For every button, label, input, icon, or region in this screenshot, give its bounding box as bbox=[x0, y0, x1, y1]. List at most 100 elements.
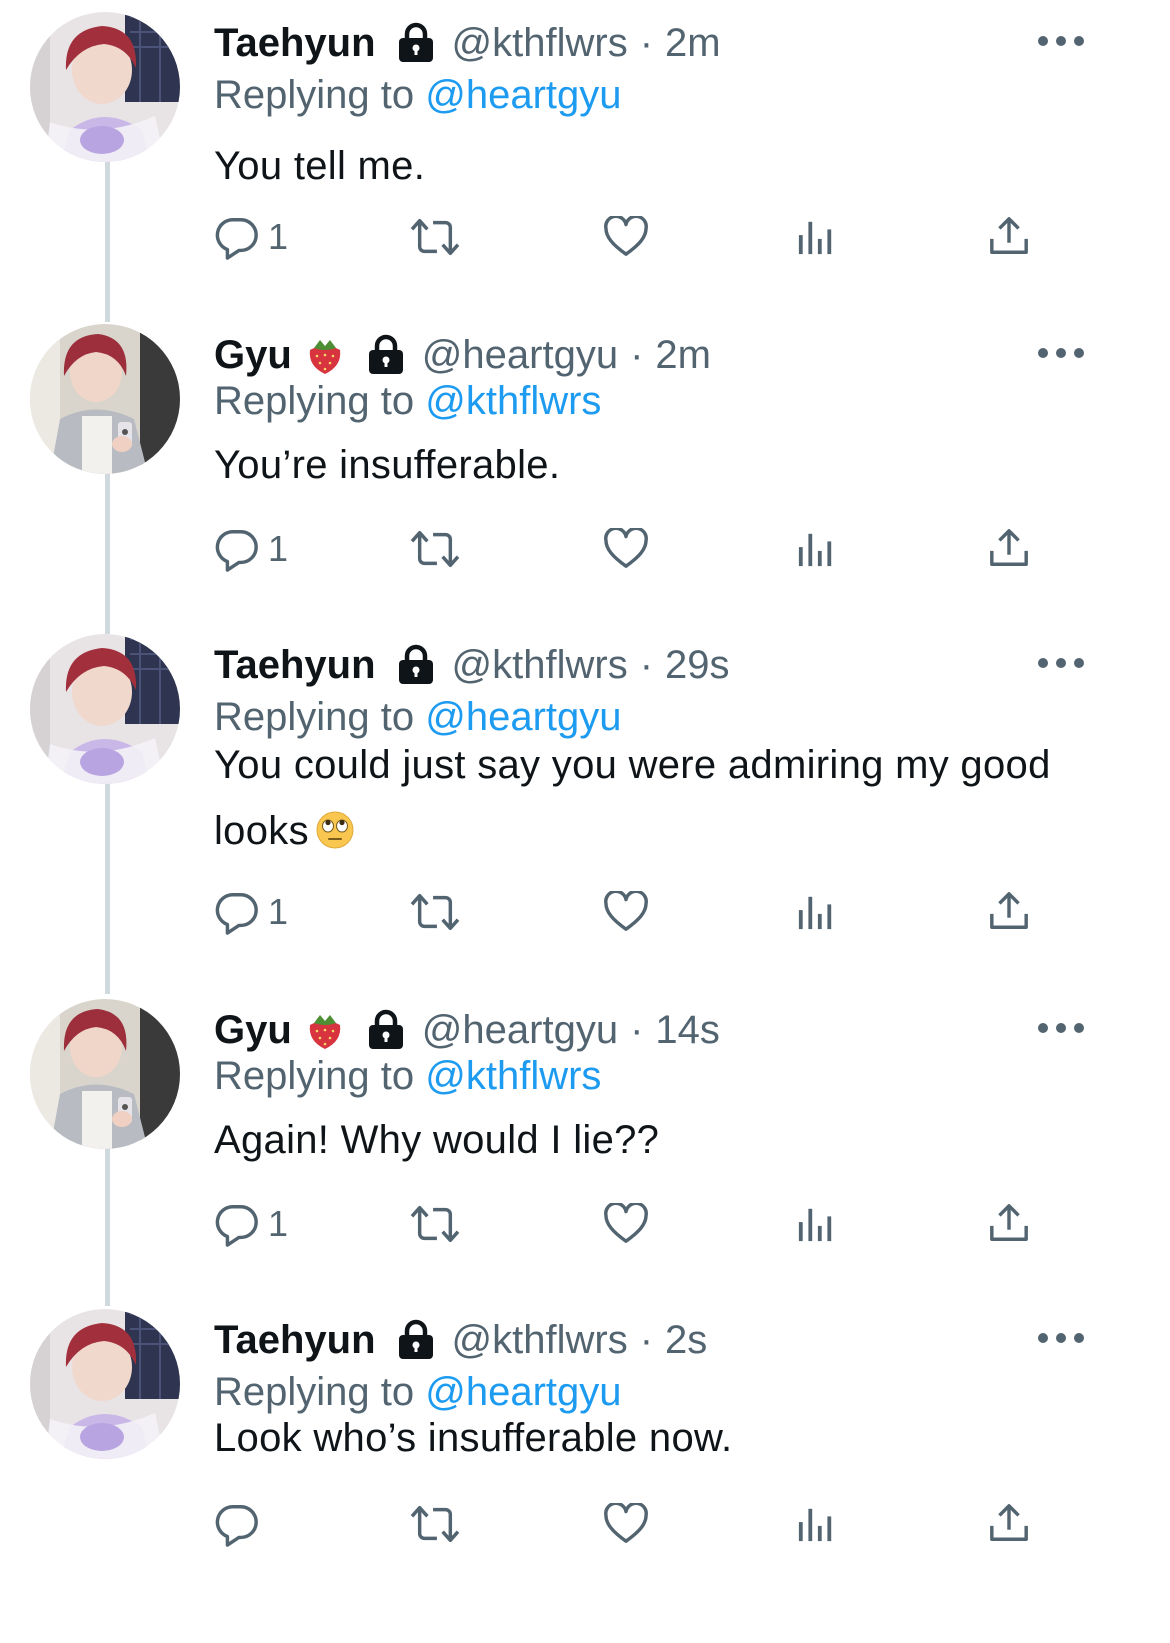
timestamp[interactable]: 2m bbox=[655, 330, 711, 380]
tweet-text: You tell me. bbox=[214, 144, 426, 188]
reply-button[interactable]: 1 bbox=[214, 882, 288, 942]
tweet-header: Taehyun @kthflwrs · 2m bbox=[214, 18, 721, 68]
share-icon bbox=[988, 216, 1030, 258]
retweet-icon bbox=[408, 889, 462, 935]
handle[interactable]: @kthflwrs bbox=[452, 18, 628, 68]
mention-link[interactable]: @kthflwrs bbox=[425, 1054, 601, 1098]
like-button[interactable] bbox=[603, 207, 649, 267]
more-icon[interactable] bbox=[1038, 656, 1084, 670]
retweet-button[interactable] bbox=[408, 1194, 462, 1254]
avatar[interactable] bbox=[30, 12, 180, 162]
more-icon[interactable] bbox=[1038, 1331, 1084, 1345]
retweet-button[interactable] bbox=[408, 519, 462, 579]
replying-to: Replying to @kthflwrs bbox=[214, 1051, 601, 1101]
like-button[interactable] bbox=[603, 519, 649, 579]
tweet[interactable]: Taehyun @kthflwrs · 29s Replying to @hea… bbox=[0, 622, 1170, 987]
strawberry-icon bbox=[304, 334, 346, 376]
retweet-icon bbox=[408, 1501, 462, 1547]
strawberry-icon bbox=[304, 1009, 346, 1051]
like-button[interactable] bbox=[603, 1194, 649, 1254]
views-button[interactable] bbox=[797, 882, 835, 942]
timestamp[interactable]: 2m bbox=[665, 18, 721, 68]
lock-icon bbox=[394, 1318, 438, 1362]
handle[interactable]: @heartgyu bbox=[422, 330, 618, 380]
views-icon bbox=[797, 893, 835, 931]
like-icon bbox=[603, 1503, 649, 1545]
retweet-button[interactable] bbox=[408, 1494, 462, 1554]
handle[interactable]: @kthflwrs bbox=[452, 1315, 628, 1365]
reply-button[interactable]: 1 bbox=[214, 519, 288, 579]
tweet-text-line: looks bbox=[214, 798, 1154, 864]
lock-icon bbox=[394, 643, 438, 687]
tweet[interactable]: Gyu @heartgyu · 2m Replying to @kthflwrs… bbox=[0, 312, 1170, 622]
reply-count: 1 bbox=[268, 891, 289, 932]
reply-icon bbox=[214, 214, 260, 260]
like-icon bbox=[603, 891, 649, 933]
retweet-icon bbox=[408, 1201, 462, 1247]
display-name[interactable]: Taehyun bbox=[214, 18, 376, 68]
views-button[interactable] bbox=[797, 1494, 835, 1554]
separator: · bbox=[639, 1318, 654, 1362]
views-icon bbox=[797, 218, 835, 256]
separator: · bbox=[630, 1008, 644, 1052]
like-button[interactable] bbox=[603, 1494, 649, 1554]
avatar[interactable] bbox=[30, 999, 180, 1149]
handle[interactable]: @kthflwrs bbox=[452, 640, 628, 690]
replying-to: Replying to @heartgyu bbox=[214, 70, 622, 120]
views-icon bbox=[797, 530, 835, 568]
share-icon bbox=[988, 891, 1030, 933]
reply-icon bbox=[214, 1201, 260, 1247]
timestamp[interactable]: 29s bbox=[665, 640, 730, 690]
share-button[interactable] bbox=[988, 1194, 1030, 1254]
avatar[interactable] bbox=[30, 324, 180, 474]
tweet-header: Taehyun @kthflwrs · 2s bbox=[214, 1315, 707, 1365]
avatar[interactable] bbox=[30, 1309, 180, 1459]
reply-button[interactable] bbox=[214, 1494, 268, 1554]
timestamp[interactable]: 14s bbox=[655, 1005, 720, 1055]
separator: · bbox=[630, 333, 644, 377]
display-name[interactable]: Gyu bbox=[214, 330, 292, 380]
lock-icon bbox=[364, 1008, 408, 1052]
views-button[interactable] bbox=[797, 1194, 835, 1254]
replying-prefix: Replying to bbox=[214, 379, 415, 423]
views-button[interactable] bbox=[797, 207, 835, 267]
lock-icon bbox=[364, 333, 408, 377]
reply-icon bbox=[214, 889, 260, 935]
tweet-header: Gyu @heartgyu · 2m bbox=[214, 330, 711, 380]
lock-icon bbox=[394, 21, 438, 65]
timestamp[interactable]: 2s bbox=[665, 1315, 707, 1365]
tweet-text: Look who’s insufferable now. bbox=[214, 1416, 733, 1460]
retweet-button[interactable] bbox=[408, 207, 462, 267]
more-icon[interactable] bbox=[1038, 346, 1084, 360]
tweet-text-line: You could just say you were admiring my … bbox=[214, 743, 1051, 787]
display-name[interactable]: Taehyun bbox=[214, 1315, 376, 1365]
display-name[interactable]: Gyu bbox=[214, 1005, 292, 1055]
handle[interactable]: @heartgyu bbox=[422, 1005, 618, 1055]
views-button[interactable] bbox=[797, 519, 835, 579]
tweet-header: Gyu @heartgyu · 14s bbox=[214, 1005, 720, 1055]
share-button[interactable] bbox=[988, 1494, 1030, 1554]
reply-button[interactable]: 1 bbox=[214, 1194, 288, 1254]
mention-link[interactable]: @heartgyu bbox=[425, 73, 621, 117]
reply-count: 1 bbox=[268, 216, 289, 257]
reply-icon bbox=[214, 1501, 260, 1547]
share-icon bbox=[988, 1503, 1030, 1545]
separator: · bbox=[639, 643, 654, 687]
replying-prefix: Replying to bbox=[214, 1054, 415, 1098]
tweet[interactable]: Taehyun @kthflwrs · 2s Replying to @hear… bbox=[0, 1297, 1170, 1643]
retweet-icon bbox=[408, 214, 462, 260]
avatar[interactable] bbox=[30, 634, 180, 784]
tweet[interactable]: Taehyun @kthflwrs · 2m Replying to @hear… bbox=[0, 0, 1170, 312]
more-icon[interactable] bbox=[1038, 34, 1084, 48]
reply-button[interactable]: 1 bbox=[214, 207, 288, 267]
replying-to: Replying to @kthflwrs bbox=[214, 376, 601, 426]
share-button[interactable] bbox=[988, 882, 1030, 942]
mention-link[interactable]: @kthflwrs bbox=[425, 379, 601, 423]
share-button[interactable] bbox=[988, 207, 1030, 267]
more-icon[interactable] bbox=[1038, 1021, 1084, 1035]
retweet-button[interactable] bbox=[408, 882, 462, 942]
like-button[interactable] bbox=[603, 882, 649, 942]
share-button[interactable] bbox=[988, 519, 1030, 579]
tweet[interactable]: Gyu @heartgyu · 14s Replying to @kthflwr… bbox=[0, 987, 1170, 1297]
display-name[interactable]: Taehyun bbox=[214, 640, 376, 690]
